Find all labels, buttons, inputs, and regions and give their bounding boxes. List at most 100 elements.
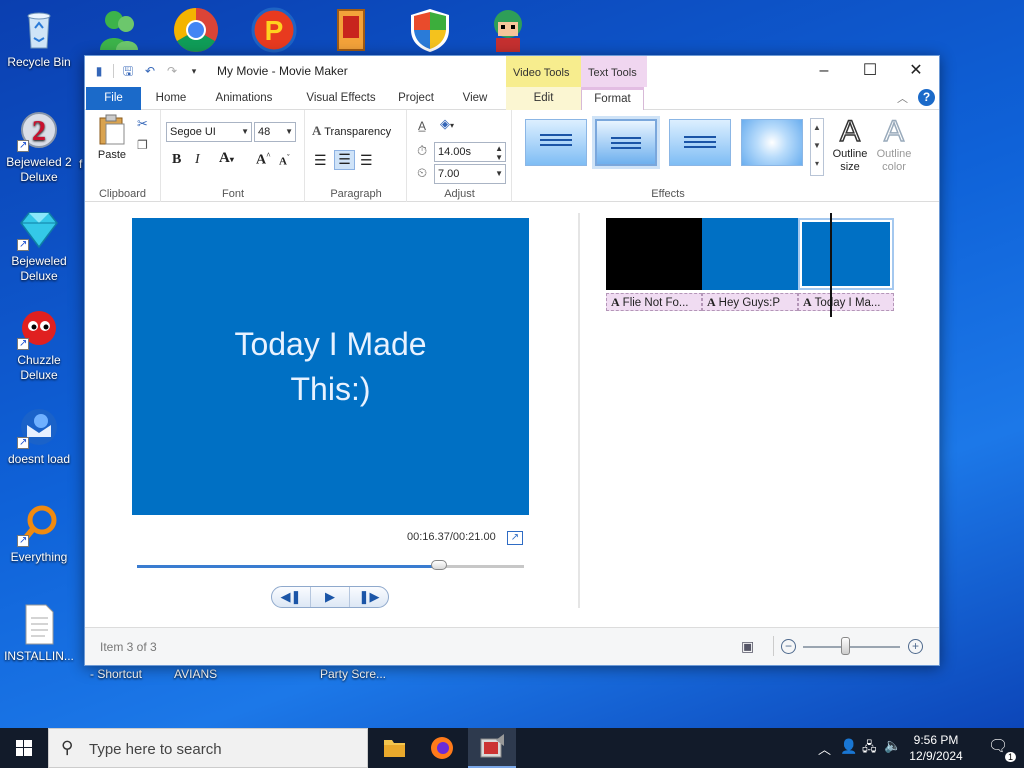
previous-frame-button[interactable]: ◀❚: [272, 587, 311, 607]
desktop-partial-label-f: f: [79, 157, 83, 171]
clip-2[interactable]: [702, 218, 798, 290]
copy-icon[interactable]: ❐: [137, 138, 148, 152]
tab-format[interactable]: Format: [581, 87, 644, 111]
desktop-icon-chuzzle[interactable]: Chuzzle Deluxe: [1, 306, 77, 383]
caption-item-3[interactable]: A Today I Ma...: [798, 293, 894, 311]
network-icon[interactable]: 🖧: [862, 738, 877, 760]
start-button[interactable]: [0, 728, 48, 768]
desktop-icon-recycle-bin[interactable]: Recycle Bin: [1, 8, 77, 70]
caption-item-2[interactable]: A Hey Guys:P: [702, 293, 798, 311]
zoom-in-icon[interactable]: +: [908, 639, 923, 654]
seek-thumb[interactable]: [430, 560, 447, 570]
text-tools-header: Text Tools: [581, 56, 647, 87]
play-button[interactable]: ▶: [311, 587, 350, 607]
outline-size-button[interactable]: A Outline size: [828, 115, 872, 174]
clock-date: 12/9/2024: [909, 749, 963, 763]
redo-icon[interactable]: ↷: [164, 63, 180, 79]
effect-thumbnail-1[interactable]: [525, 119, 587, 166]
background-color-icon[interactable]: A̲: [418, 119, 426, 133]
spinner-icon[interactable]: ▲ ▼: [495, 144, 503, 162]
save-icon[interactable]: 🖫: [120, 63, 136, 79]
zoom-out-icon[interactable]: −: [781, 639, 796, 654]
grow-font-button[interactable]: A^: [256, 151, 271, 169]
video-preview[interactable]: Today I Made This:): [132, 218, 529, 515]
desktop-icon-bejeweled-2[interactable]: 2 Bejeweled 2 Deluxe: [1, 108, 77, 185]
fullscreen-preview-icon[interactable]: ↗: [507, 531, 523, 545]
desktop-icon-character[interactable]: [480, 6, 536, 58]
desktop-icon-windows-shield[interactable]: [402, 6, 458, 58]
effect-thumbnail-3[interactable]: [669, 119, 731, 166]
minimize-button[interactable]: –: [801, 56, 847, 87]
tab-visual-effects[interactable]: Visual Effects: [293, 87, 389, 110]
effect-thumbnail-2-selected[interactable]: [595, 119, 657, 166]
next-frame-button[interactable]: ❚▶: [350, 587, 388, 607]
tab-animations[interactable]: Animations: [205, 87, 283, 110]
zoom-slider[interactable]: [803, 646, 900, 648]
desktop-icon-avians[interactable]: [324, 6, 380, 58]
italic-button[interactable]: I: [195, 152, 200, 168]
desktop-icon-installin[interactable]: INSTALLIN...: [1, 602, 77, 664]
desktop-icon-messenger[interactable]: [90, 6, 146, 58]
shrink-font-button[interactable]: Aˇ: [279, 153, 290, 168]
taskbar-movie-maker[interactable]: [468, 728, 516, 768]
font-family-value: Segoe UI: [170, 126, 216, 138]
start-time-input[interactable]: 14.00s ▲ ▼: [434, 142, 506, 162]
align-center-button[interactable]: ☰: [334, 150, 355, 170]
cut-icon[interactable]: ✂: [137, 116, 148, 132]
close-button[interactable]: ✕: [893, 56, 939, 87]
customize-toolbar-icon[interactable]: ▾: [186, 63, 202, 79]
desktop-icon-chrome[interactable]: [168, 6, 224, 58]
transparency-button[interactable]: A Transparency: [312, 123, 391, 139]
effects-gallery-scroll[interactable]: ▲ ▼ ▾: [810, 118, 824, 176]
font-family-select[interactable]: Segoe UI ▼: [166, 122, 252, 142]
taskbar-file-explorer[interactable]: [370, 728, 418, 768]
tab-home[interactable]: Home: [145, 87, 197, 110]
taskbar-search-box[interactable]: ⚲ Type here to search: [48, 728, 368, 768]
game-character-icon: [484, 6, 532, 54]
user-status-icon[interactable]: 👤: [840, 738, 857, 755]
undo-icon[interactable]: ↶: [142, 63, 158, 79]
effect-thumbnail-4[interactable]: [741, 119, 803, 166]
start-time-value: 14.00s: [438, 146, 472, 158]
show-hidden-icons-icon[interactable]: ︿: [818, 739, 831, 758]
quick-access-toolbar: ▮ 🖫 ↶ ↷ ▾: [91, 63, 202, 79]
font-color-button[interactable]: A▾: [219, 150, 234, 167]
desktop-icon-bejeweled[interactable]: Bejeweled Deluxe: [1, 207, 77, 284]
clip-3-selected[interactable]: [798, 218, 894, 290]
thumbnail-size-icon[interactable]: ▣: [741, 638, 754, 655]
dropdown-arrow-icon: ▼: [241, 127, 249, 136]
paste-icon: [99, 114, 125, 145]
bold-button[interactable]: B: [172, 152, 181, 168]
playhead[interactable]: [830, 213, 832, 317]
windows-logo-icon: [16, 740, 32, 756]
paste-button[interactable]: Paste: [95, 114, 129, 161]
fill-color-icon[interactable]: ◈▾: [440, 116, 454, 132]
taskbar-clock[interactable]: 9:56 PM 12/9/2024: [906, 732, 966, 764]
collapse-ribbon-icon[interactable]: ︿: [897, 90, 908, 106]
help-icon[interactable]: ?: [918, 89, 935, 106]
taskbar-firefox[interactable]: [418, 728, 466, 768]
maximize-button[interactable]: ☐: [847, 56, 893, 87]
action-center-button[interactable]: 🗨 1: [988, 736, 1016, 762]
zoom-slider-thumb[interactable]: [841, 637, 850, 655]
movie-maker-app-icon[interactable]: ▮: [91, 63, 107, 79]
volume-icon[interactable]: 🔈: [884, 737, 901, 754]
align-left-button[interactable]: ☰: [314, 152, 327, 169]
font-size-select[interactable]: 48 ▼: [254, 122, 296, 142]
align-right-button[interactable]: ☰: [360, 152, 373, 169]
tab-edit[interactable]: Edit: [506, 87, 581, 110]
caption-item-1[interactable]: A Flie Not Fo...: [606, 293, 702, 311]
notification-count: 1: [1004, 752, 1016, 762]
tab-view[interactable]: View: [453, 87, 497, 110]
text-duration-select[interactable]: 7.00 ▼: [434, 164, 506, 184]
desktop-icon-party[interactable]: P: [246, 6, 302, 58]
window-controls: – ☐ ✕: [801, 56, 939, 87]
desktop-icon-doesnt-load[interactable]: doesnt load: [1, 405, 77, 467]
tab-project[interactable]: Project: [391, 87, 441, 110]
outline-color-button: A Outline color: [872, 115, 916, 174]
clip-1[interactable]: [606, 218, 702, 290]
pane-splitter[interactable]: [578, 213, 580, 608]
desktop-icon-everything[interactable]: Everything: [1, 503, 77, 565]
tab-file[interactable]: File: [86, 87, 141, 110]
seek-bar[interactable]: [137, 565, 524, 568]
